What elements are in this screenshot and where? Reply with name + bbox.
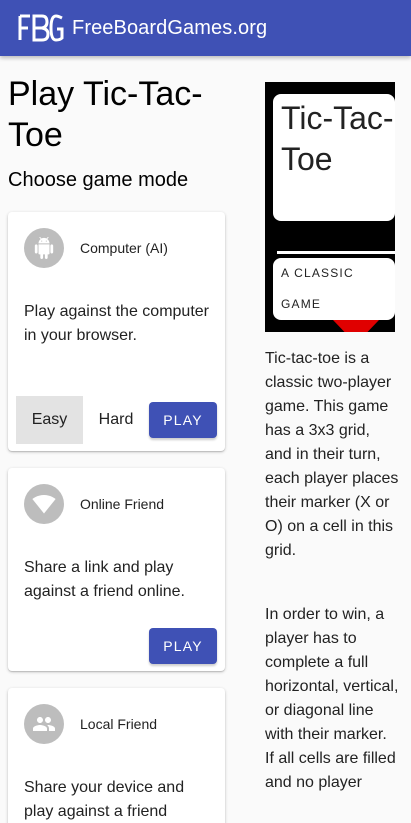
android-icon	[34, 237, 54, 259]
fbg-logo[interactable]	[16, 12, 64, 44]
mode-card-online: Online Friend Share a link and play agai…	[8, 468, 225, 671]
game-thumbnail: Tic-Tac-Toe A CLASSIC GAME	[265, 82, 395, 332]
people-icon	[33, 717, 55, 731]
brand-name[interactable]: FreeBoardGames.org	[72, 17, 267, 40]
description-paragraph: In order to win, a player has to complet…	[265, 606, 399, 791]
card-title: Local Friend	[80, 716, 158, 732]
card-description: Play against the computer in your browse…	[24, 303, 209, 344]
avatar	[24, 704, 64, 744]
red-decoration	[333, 320, 379, 332]
description-paragraph: Tic-tac-toe is a classic two-player game…	[265, 350, 399, 559]
card-description: Share your device and play against a fri…	[24, 779, 185, 820]
page-subtitle: Choose game mode	[8, 169, 189, 191]
mode-card-computer: Computer (AI) Play against the computer …	[8, 212, 225, 451]
play-button[interactable]: PLAY	[149, 402, 217, 438]
card-title: Computer (AI)	[80, 240, 168, 256]
play-button[interactable]: PLAY	[149, 628, 217, 664]
app-bar: FreeBoardGames.org	[0, 0, 411, 56]
wifi-icon	[32, 495, 56, 514]
thumbnail-subtitle: A CLASSIC GAME	[273, 258, 395, 320]
page-title: Play Tic-Tac-Toe	[8, 75, 203, 154]
card-description: Share a link and play against a friend o…	[24, 559, 185, 600]
divider	[277, 251, 395, 254]
difficulty-hard-toggle[interactable]: Hard	[83, 396, 149, 444]
card-title: Online Friend	[80, 496, 165, 512]
thumbnail-title: Tic-Tac-Toe	[273, 94, 395, 221]
avatar	[24, 228, 64, 268]
mode-card-local: Local Friend Share your device and play …	[8, 688, 225, 823]
difficulty-easy-toggle[interactable]: Easy	[16, 396, 83, 444]
avatar	[24, 484, 64, 524]
